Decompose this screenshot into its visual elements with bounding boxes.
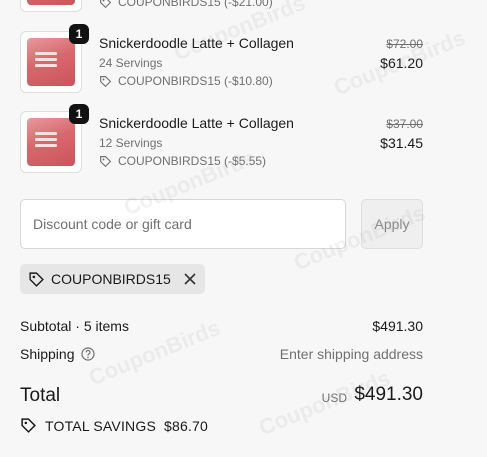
product-image	[27, 38, 75, 86]
total-label: Total	[20, 385, 61, 406]
applied-discount-code: COUPONBIRDS15	[51, 271, 171, 287]
total-currency: USD	[321, 391, 347, 405]
close-icon[interactable]	[183, 272, 197, 286]
tag-icon	[29, 271, 44, 287]
item-servings: 12 Servings	[99, 136, 163, 150]
total-savings: TOTAL SAVINGS $86.70	[20, 417, 208, 434]
product-image	[27, 0, 75, 5]
help-icon[interactable]	[80, 347, 95, 361]
product-thumbnail	[20, 0, 82, 12]
watermark: CouponBirds	[170, 0, 309, 66]
item-discount-line: COUPONBIRDS15 (-$5.55)	[99, 154, 266, 168]
savings-label: TOTAL SAVINGS	[45, 417, 156, 434]
total-value: $491.30	[354, 384, 423, 405]
item-price: $31.45	[380, 135, 423, 151]
item-original-price: $37.00	[386, 117, 423, 131]
shipping-text: Shipping	[20, 346, 75, 362]
tag-icon	[100, 75, 112, 87]
item-discount-line: COUPONBIRDS15 (-$10.80)	[99, 74, 273, 88]
subtotal-text: Subtotal · 5 items	[20, 318, 129, 334]
shipping-value: Enter shipping address	[279, 346, 423, 362]
applied-discount-chip: COUPONBIRDS15	[20, 264, 205, 294]
tag-icon	[100, 155, 112, 167]
item-discount-text: COUPONBIRDS15 (-$21.00)	[118, 0, 273, 9]
tag-icon	[100, 0, 112, 8]
savings-tag-icon	[21, 418, 36, 433]
product-image	[27, 118, 75, 166]
item-discount-text: COUPONBIRDS15 (-$5.55)	[118, 154, 267, 168]
item-name: Snickerdoodle Latte + Collagen	[99, 115, 294, 131]
item-servings: 24 Servings	[99, 56, 163, 70]
subtotal-label: Subtotal · 5 items	[20, 318, 129, 334]
item-discount-text: COUPONBIRDS15 (-$10.80)	[118, 74, 273, 88]
product-thumbnail: 1	[20, 104, 89, 173]
subtotal-value: $491.30	[372, 318, 423, 334]
product-thumbnail: 1	[20, 24, 89, 93]
savings-value: $86.70	[164, 417, 209, 434]
item-price: $61.20	[380, 55, 423, 71]
item-original-price: $72.00	[386, 37, 423, 51]
quantity-badge: 1	[69, 24, 89, 44]
discount-code-input[interactable]	[20, 199, 346, 249]
quantity-badge: 1	[69, 104, 89, 124]
item-discount-line: COUPONBIRDS15 (-$21.00)	[99, 0, 273, 9]
shipping-label: Shipping	[20, 346, 95, 362]
apply-button[interactable]: Apply	[361, 199, 423, 249]
item-name: Snickerdoodle Latte + Collagen	[99, 35, 294, 51]
